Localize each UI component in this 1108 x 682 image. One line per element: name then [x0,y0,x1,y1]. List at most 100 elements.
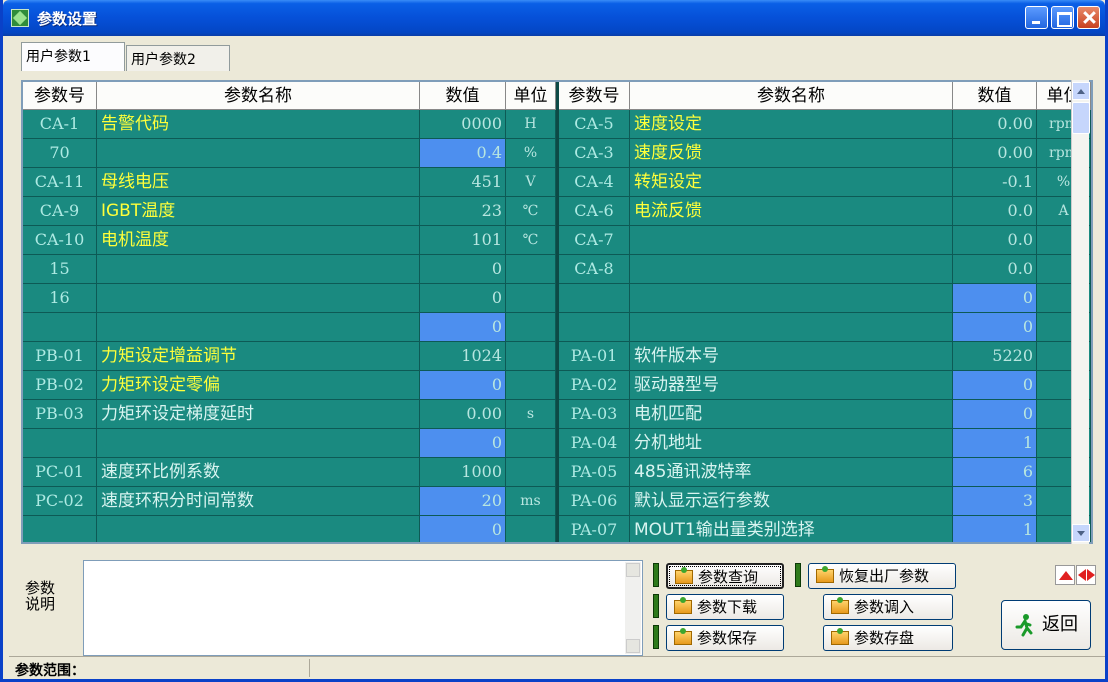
right-param-name-cell: 电流反馈 [630,197,953,226]
tab-user-params-2[interactable]: 用户参数2 [126,45,230,71]
left-param-value-cell[interactable]: 451 [420,168,506,197]
description-scrollbar[interactable] [625,562,641,654]
left-param-value-cell[interactable]: 0 [420,313,506,342]
left-param-name-cell: 告警代码 [97,110,420,139]
left-param-value-cell[interactable]: 101 [420,226,506,255]
load-button[interactable]: 参数调入 [823,594,953,620]
right-param-value-cell[interactable]: 0 [953,400,1037,429]
left-param-name-cell [97,284,420,313]
maximize-button[interactable] [1051,6,1074,29]
left-param-value-cell[interactable]: 0.00 [420,400,506,429]
right-param-name-cell: 分机地址 [630,429,953,458]
minimize-button[interactable] [1025,6,1048,29]
desc-scroll-up-icon[interactable] [626,563,640,577]
right-param-value-cell[interactable]: 0.00 [953,110,1037,139]
left-param-unit-cell [506,255,556,284]
left-param-id-cell: CA-11 [23,168,97,197]
right-param-name-cell: 速度反馈 [630,139,953,168]
left-param-value-cell[interactable]: 1024 [420,342,506,371]
folder-icon [831,597,849,614]
store-to-disk-button[interactable]: 参数存盘 [823,625,953,651]
left-param-name-cell: 母线电压 [97,168,420,197]
left-param-id-cell [23,516,97,542]
left-param-value-cell[interactable]: 1000 [420,458,506,487]
right-param-id-cell: PA-05 [559,458,630,487]
left-param-name-cell [97,313,420,342]
right-param-value-cell[interactable]: 0 [953,284,1037,313]
header-param-id-left: 参数号 [23,82,97,110]
restore-button-label: 恢复出厂参数 [839,567,930,585]
right-param-value-cell[interactable]: 6 [953,458,1037,487]
right-param-value-cell[interactable]: 1 [953,516,1037,542]
right-param-value-cell[interactable]: 0.0 [953,255,1037,284]
right-param-value-cell[interactable]: 0.0 [953,197,1037,226]
app-icon [11,9,29,27]
left-param-value-cell[interactable]: 20 [420,487,506,516]
left-param-unit-cell [506,516,556,542]
right-param-value-cell[interactable]: 0.0 [953,226,1037,255]
right-param-name-cell: 默认显示运行参数 [630,487,953,516]
description-label: 参数说明 [25,579,56,613]
left-param-value-cell[interactable]: 0 [420,255,506,284]
left-param-value-cell[interactable]: 0 [420,516,506,542]
left-param-unit-cell: H [506,110,556,139]
back-button[interactable]: 返回 [1001,600,1091,650]
right-param-name-cell [630,226,953,255]
right-param-name-cell [630,284,953,313]
left-param-unit-cell: s [506,400,556,429]
scroll-down-icon[interactable] [1072,524,1090,542]
close-button[interactable] [1077,6,1100,29]
right-param-name-cell: MOUT1输出量类别选择 [630,516,953,542]
left-param-value-cell[interactable]: 0 [420,284,506,313]
desc-scroll-down-icon[interactable] [626,639,640,653]
query-button[interactable]: 参数查询 [666,563,784,589]
left-param-id-cell: PC-02 [23,487,97,516]
left-param-value-cell[interactable]: 0.4 [420,139,506,168]
left-param-value-cell[interactable]: 23 [420,197,506,226]
left-param-id-cell: PB-02 [23,371,97,400]
right-param-value-cell[interactable]: 0 [953,371,1037,400]
left-param-unit-cell [506,313,556,342]
arrow-left-right-icon[interactable] [1076,565,1096,585]
left-param-value-cell[interactable]: 0000 [420,110,506,139]
left-param-value-cell[interactable]: 0 [420,371,506,400]
right-param-value-cell[interactable]: 3 [953,487,1037,516]
right-param-value-cell[interactable]: 0 [953,313,1037,342]
left-param-unit-cell: ms [506,487,556,516]
left-param-name-cell [97,139,420,168]
query-button-label: 参数查询 [698,568,759,586]
tab-user-params-1[interactable]: 用户参数1 [21,42,125,71]
folder-icon [674,597,692,614]
right-param-id-cell: CA-6 [559,197,630,226]
right-param-value-cell[interactable]: 1 [953,429,1037,458]
header-param-name-right: 参数名称 [630,82,953,110]
left-param-id-cell [23,429,97,458]
left-param-id-cell: CA-1 [23,110,97,139]
right-param-id-cell: CA-3 [559,139,630,168]
status-bar: 参数范围： [9,656,1105,679]
scroll-thumb[interactable] [1072,102,1090,134]
left-param-unit-cell [506,429,556,458]
header-param-id-right: 参数号 [559,82,630,110]
restore-defaults-button[interactable]: 恢复出厂参数 [808,563,956,589]
arrow-up-icon[interactable] [1055,565,1075,585]
right-param-value-cell[interactable]: 0.00 [953,139,1037,168]
left-param-name-cell: 速度环积分时间常数 [97,487,420,516]
parameter-range-label: 参数范围： [15,663,85,679]
left-param-value-cell[interactable]: 0 [420,429,506,458]
description-textbox[interactable] [83,560,643,656]
left-param-id-cell: CA-10 [23,226,97,255]
grid-scrollbar[interactable] [1071,80,1090,544]
download-button[interactable]: 参数下载 [666,594,784,620]
scroll-up-icon[interactable] [1072,82,1090,100]
right-param-value-cell[interactable]: -0.1 [953,168,1037,197]
right-param-name-cell: 软件版本号 [630,342,953,371]
right-param-name-cell: 485通讯波特率 [630,458,953,487]
left-param-name-cell: 力矩环设定梯度延时 [97,400,420,429]
save-button[interactable]: 参数保存 [666,625,784,651]
right-param-value-cell[interactable]: 5220 [953,342,1037,371]
parameter-grid-body: 参数号 参数名称 数值 单位 参数号 参数名称 数值 单位 CA-1 告警代码 00… [23,82,1091,542]
title-bar[interactable]: 参数设置 [3,0,1105,36]
left-param-id-cell: PB-01 [23,342,97,371]
download-led-indicator [653,594,659,618]
